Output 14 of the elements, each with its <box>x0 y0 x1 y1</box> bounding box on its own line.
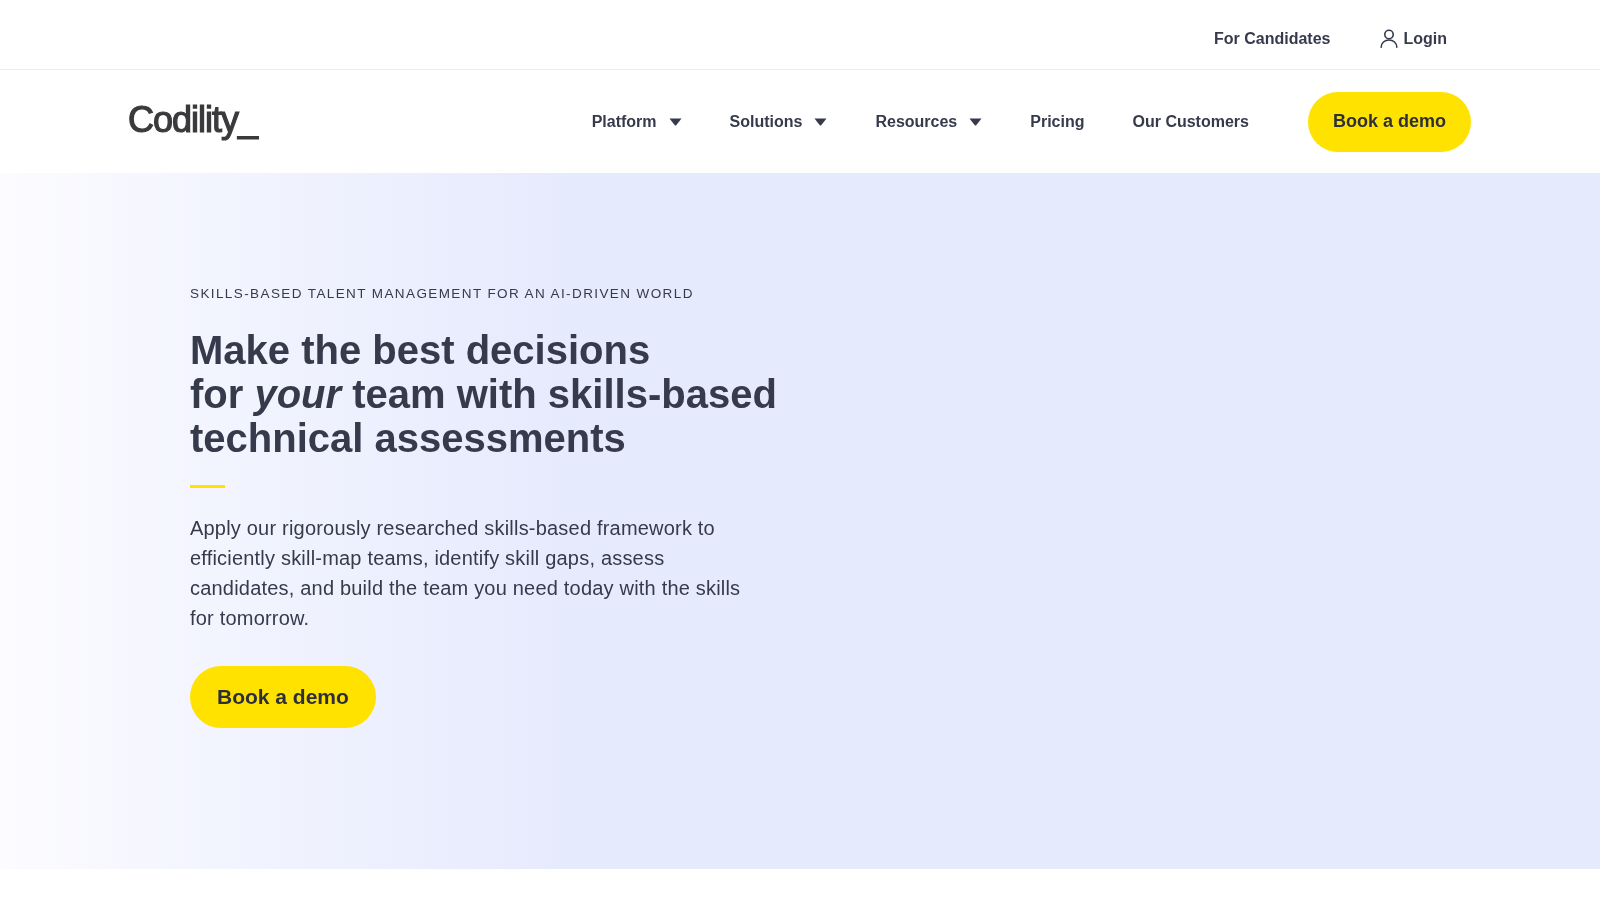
nav-link[interactable]: Pricing <box>1030 112 1085 131</box>
eyebrow-text: SKILLS-BASED TALENT MANAGEMENT FOR AN AI-DRIVEN WORLD <box>190 285 694 303</box>
top-link[interactable]: For Candidates <box>1214 29 1331 48</box>
nav-link[interactable]: Our Customers <box>1132 112 1249 131</box>
login-link[interactable]: Login <box>1380 29 1447 48</box>
nav-link[interactable]: Platform <box>591 112 682 131</box>
logo[interactable]: Codility_ <box>128 98 258 141</box>
hero-heading: Make the best decisions for your team with skills-based technical assessments <box>190 328 777 460</box>
book-demo-button[interactable]: Book a demo <box>190 666 376 728</box>
book-demo-button[interactable]: Book a demo <box>1307 91 1471 152</box>
hero-description: Apply our rigorously researched skills-based framework to efficiently skill-map teams, identify skill gaps, assess candidates, and build the team you need today with the skills for tomorrow. <box>190 516 742 631</box>
nav-link[interactable]: Solutions <box>729 112 828 131</box>
nav-link[interactable]: Resources <box>875 112 983 131</box>
user-icon <box>1380 29 1399 48</box>
